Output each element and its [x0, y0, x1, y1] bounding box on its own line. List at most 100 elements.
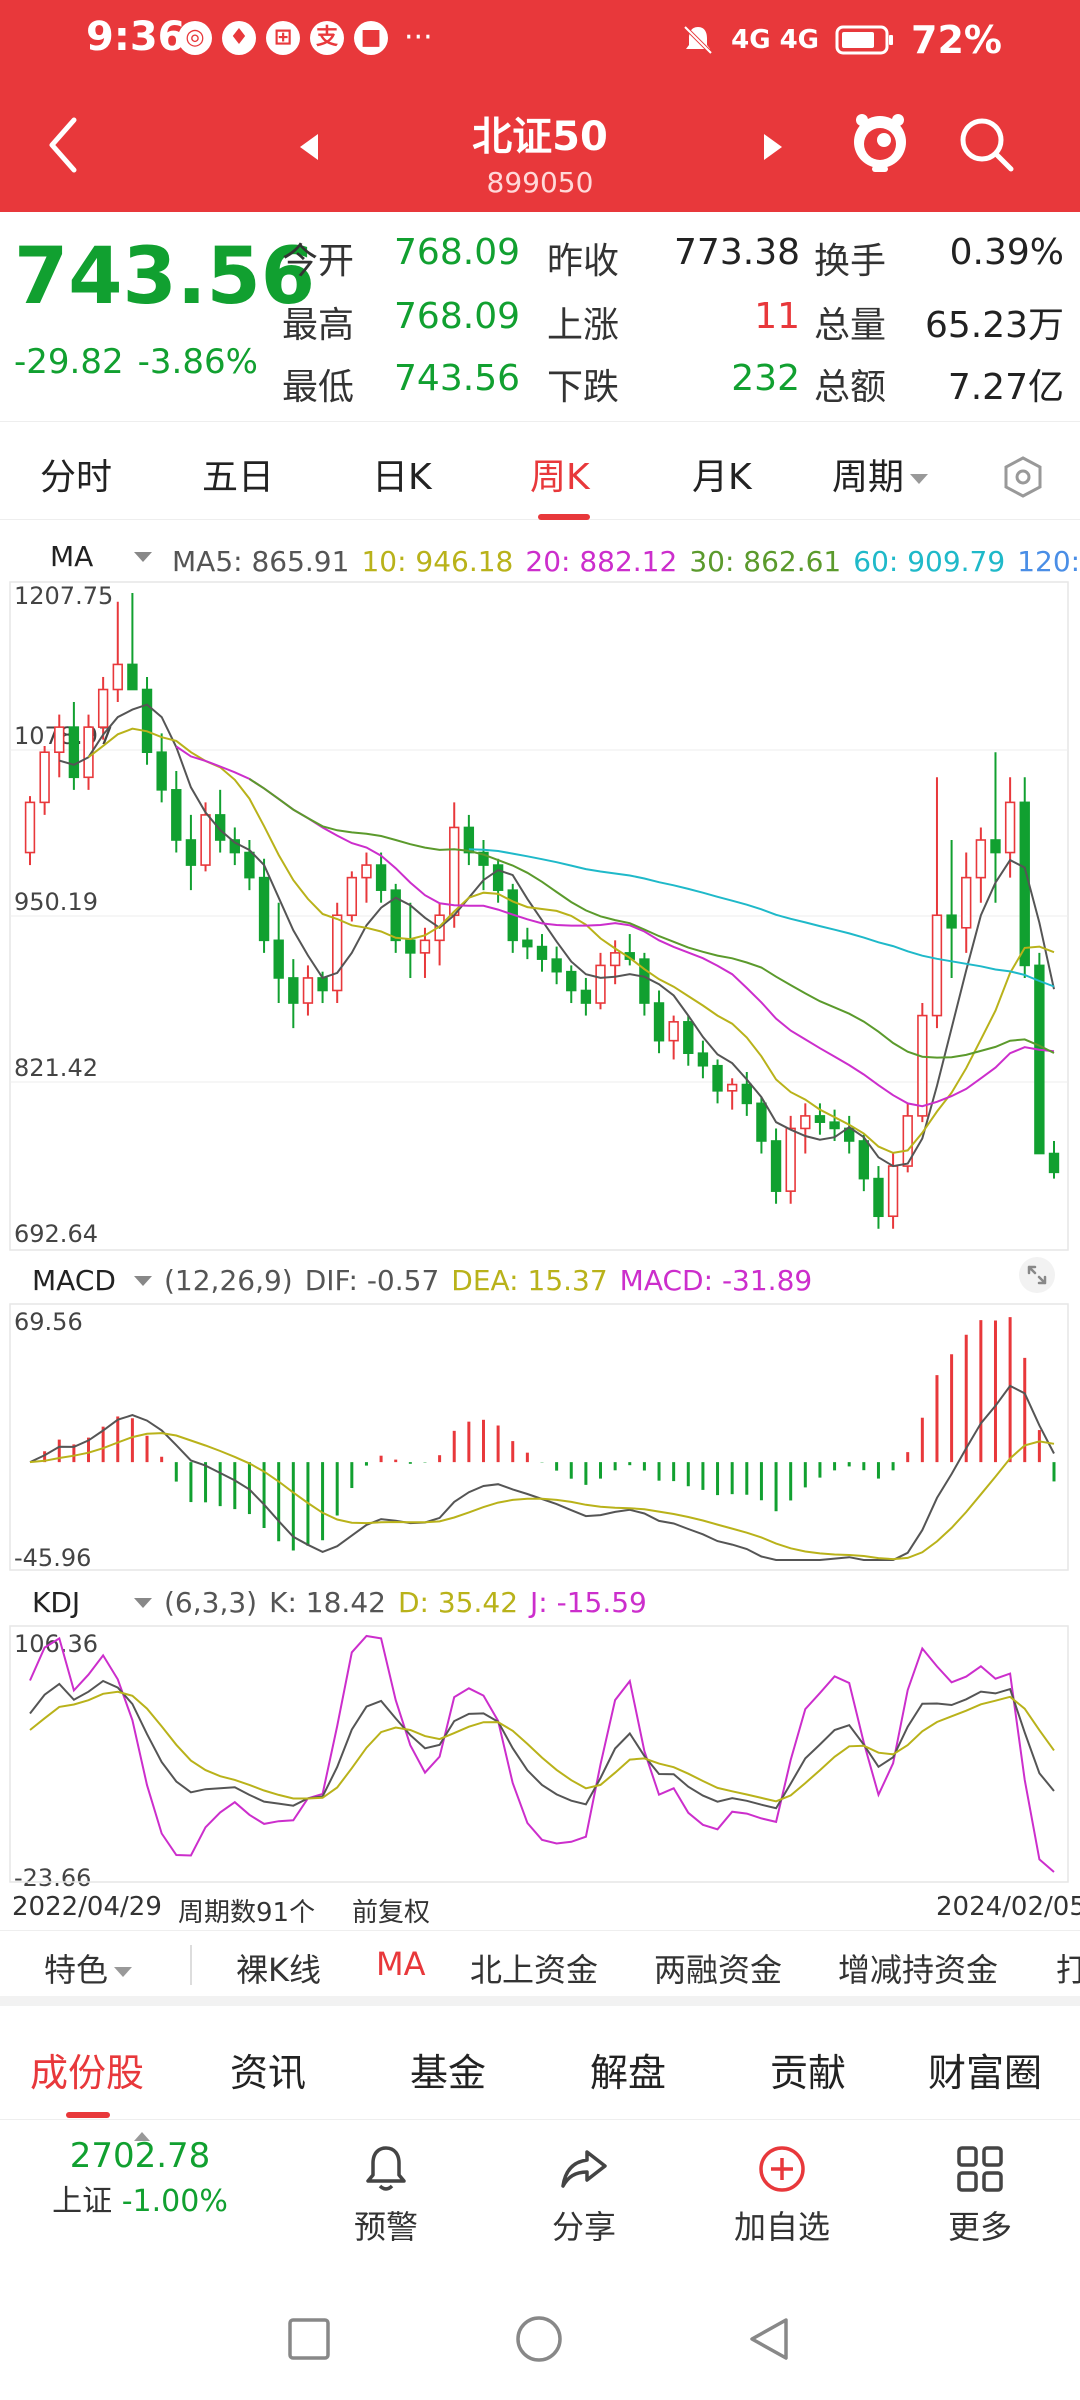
candle-down [990, 839, 1001, 854]
candle-up [800, 1115, 811, 1130]
notification-app-icon: 支 [310, 20, 344, 55]
active-section-indicator [66, 2112, 110, 2118]
nav-row: 北证50 899050 [0, 96, 1080, 212]
notification-app-icon: ◎ [178, 20, 212, 55]
tab-news[interactable]: 资讯 [230, 2042, 306, 2097]
price-tick-label: 821.42 [14, 1054, 98, 1082]
kdj-values: (6,3,3) K: 18.42 D: 35.42 J: -15.59 [164, 1586, 659, 1619]
macd-values: (12,26,9) DIF: -0.57 DEA: 15.37 MACD: -31.8… [164, 1264, 824, 1297]
candle-up [726, 1083, 738, 1092]
x-axis-start-date: 2022/04/29 [12, 1892, 162, 1922]
alert-button[interactable]: 预警 [316, 2142, 456, 2248]
ma30-value: 30: 862.61 [689, 545, 842, 578]
chevron-down-icon [114, 1967, 133, 1977]
macd-value: MACD: -31.89 [619, 1264, 813, 1297]
candle-up [961, 876, 972, 929]
dea-value: DEA: 15.37 [451, 1264, 608, 1297]
feature-more[interactable]: 打 [1056, 1945, 1080, 1991]
candle-up [931, 914, 943, 1017]
candle-down [141, 688, 153, 754]
status-app-icons: ◎ ♦ ⊞ 支 ■ ··· [178, 20, 433, 55]
candle-down [946, 914, 957, 929]
bell-icon [366, 2146, 406, 2191]
adjust-mode[interactable]: 前复权 [352, 1892, 430, 1929]
ma5-line [59, 703, 1055, 1168]
page-title: 北证50 [472, 114, 608, 160]
mascot-icon[interactable] [848, 110, 912, 174]
mute-icon [683, 25, 713, 55]
tab-daily-k[interactable]: 日K [372, 448, 432, 500]
expand-icon[interactable] [1018, 1256, 1056, 1294]
recent-apps-icon[interactable] [284, 2314, 334, 2364]
feature-northbound[interactable]: 北上资金 [470, 1945, 598, 1991]
ma120-value: 120: [1017, 545, 1080, 578]
bottom-action-bar: 2702.78 上证 -1.00% 预警 分享 加自选 更多 [0, 2124, 1080, 2264]
candle-down [566, 970, 577, 992]
home-icon[interactable] [514, 2314, 564, 2364]
feature-dropdown[interactable]: 特色 [44, 1945, 133, 1991]
dif-value: DIF: -0.57 [304, 1264, 440, 1297]
tab-constituents[interactable]: 成份股 [30, 2042, 144, 2097]
add-watchlist-button[interactable]: 加自选 [712, 2142, 852, 2248]
candle-down [171, 789, 182, 841]
candle-up [361, 864, 372, 879]
feature-margin[interactable]: 两融资金 [654, 1945, 782, 1991]
tab-wealth-circle[interactable]: 财富圈 [928, 2042, 1042, 2097]
index-ticker[interactable]: 2702.78 上证 -1.00% [30, 2136, 250, 2220]
macd-top-label: 69.56 [14, 1308, 83, 1336]
quote-value: 0.39% [949, 232, 1064, 273]
quote-row: 今开 768.09 昨收 773.38 换手 0.39% [282, 232, 1072, 284]
ma60-line [468, 848, 1055, 988]
next-stock-icon[interactable] [760, 132, 784, 162]
tab-period-dropdown[interactable]: 周期 [832, 448, 929, 500]
kdj-top-label: 106.36 [14, 1630, 98, 1658]
quote-value: 232 [731, 358, 800, 399]
quote-label: 换手 [814, 241, 887, 282]
share-button[interactable]: 分享 [514, 2142, 654, 2248]
candle-down [536, 945, 548, 960]
tab-intraday[interactable]: 分时 [40, 448, 112, 500]
index-name: 上证 [52, 2184, 113, 2219]
candle-down [770, 1140, 782, 1192]
tab-five-day[interactable]: 五日 [202, 448, 274, 500]
tab-weekly-k[interactable]: 周K [530, 448, 590, 500]
j-value: J: -15.59 [530, 1586, 647, 1619]
settings-hexagon-icon[interactable] [1000, 454, 1046, 500]
search-icon[interactable] [956, 114, 1016, 174]
ma20-line [175, 745, 1055, 1108]
ma-indicator-bar[interactable]: MA MA5: 865.91 10: 946.18 20: 882.12 30: 86… [0, 534, 1080, 578]
feature-naked-k[interactable]: 裸K线 [236, 1945, 321, 1991]
kdj-indicator-name: KDJ [32, 1586, 81, 1619]
candle-down [156, 751, 167, 791]
candle-up [434, 914, 445, 942]
quote-label: 昨收 [547, 241, 620, 282]
candle-down [390, 889, 401, 942]
index-value: 2702.78 [69, 2136, 211, 2176]
price-change: -29.82 [14, 342, 124, 382]
candle-down [858, 1140, 870, 1180]
quote-value: 11 [754, 296, 800, 337]
kdj-indicator-bar[interactable]: KDJ (6,3,3) K: 18.42 D: 35.42 J: -15.59 [0, 1580, 1080, 1624]
candle-down [229, 839, 240, 854]
candle-down [873, 1177, 884, 1218]
k-line [29, 1679, 1055, 1810]
candle-down [492, 864, 504, 891]
macd-params: (12,26,9) [164, 1264, 293, 1297]
tab-contribution[interactable]: 贡献 [770, 2042, 846, 2097]
tab-monthly-k[interactable]: 月K [692, 448, 752, 500]
candle-down [580, 989, 592, 1004]
more-button[interactable]: 更多 [910, 2142, 1050, 2248]
tab-analysis[interactable]: 解盘 [590, 2042, 666, 2097]
feature-holdings-change[interactable]: 增减持资金 [838, 1945, 998, 1991]
back-icon[interactable] [744, 2314, 794, 2364]
feature-ma[interactable]: MA [376, 1945, 426, 1983]
battery-percent: 72% [911, 18, 1002, 62]
ma10-line [87, 727, 1055, 1154]
tab-funds[interactable]: 基金 [410, 2042, 486, 2097]
macd-indicator-bar[interactable]: MACD (12,26,9) DIF: -0.57 DEA: 15.37 MACD: … [0, 1258, 1080, 1302]
candle-down [463, 826, 475, 854]
candle-up [112, 663, 123, 691]
chevron-down-icon [134, 1276, 152, 1286]
candle-down [1019, 801, 1030, 967]
index-change: -1.00% [121, 2184, 228, 2219]
